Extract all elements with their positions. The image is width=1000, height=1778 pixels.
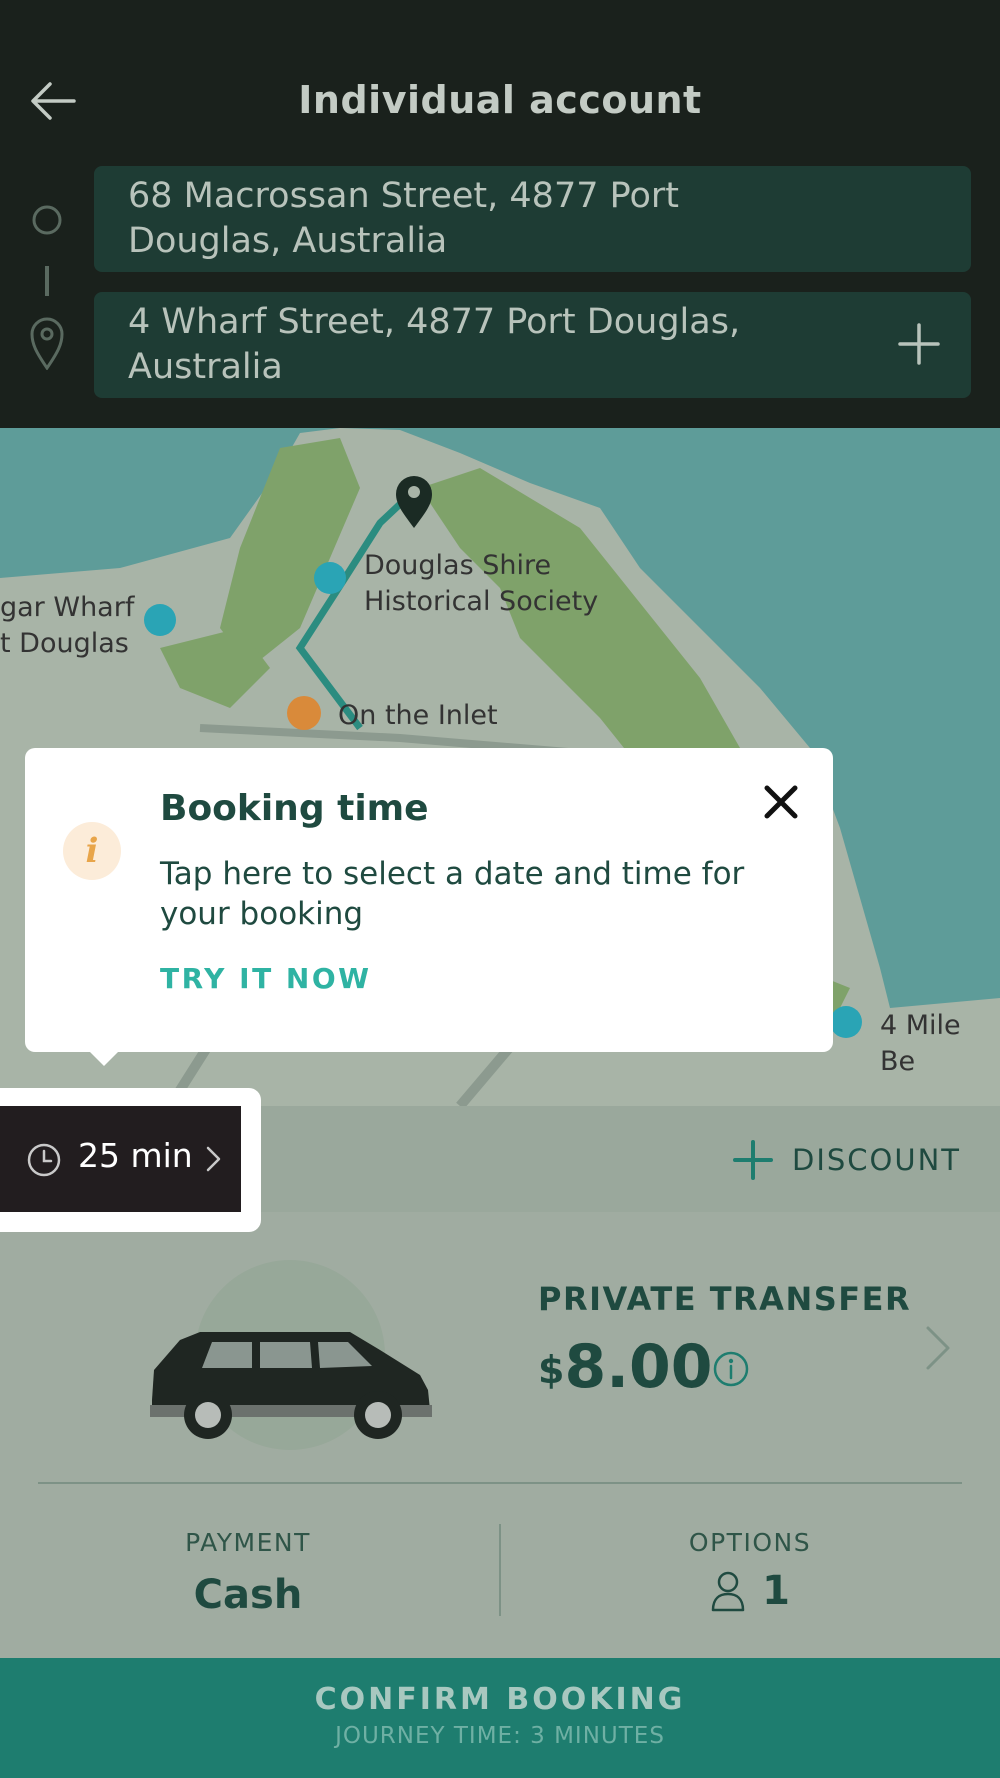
route-icons xyxy=(28,200,68,371)
payment-label: PAYMENT xyxy=(185,1528,311,1557)
discount-button[interactable]: DISCOUNT xyxy=(732,1138,961,1182)
confirm-booking-label: CONFIRM BOOKING xyxy=(314,1682,686,1717)
divider xyxy=(38,1482,962,1484)
add-stop-plus-icon[interactable] xyxy=(897,322,941,366)
vehicle-type-label: PRIVATE TRANSFER xyxy=(538,1280,912,1318)
vehicle-card[interactable]: PRIVATE TRANSFER $8.00 PAYMENT Cash OPTI… xyxy=(0,1212,1000,1658)
tooltip-pointer xyxy=(86,1048,122,1066)
price-info-icon[interactable] xyxy=(712,1350,750,1388)
pickup-address-text: 68 Macrossan Street, 4877 Port Douglas, … xyxy=(128,176,679,261)
price-currency: $ xyxy=(538,1348,565,1392)
price-amount: 8.00 xyxy=(564,1332,713,1402)
plus-icon xyxy=(732,1139,774,1181)
vertical-divider xyxy=(499,1524,501,1616)
map-label-wharf: gar Wharf t Douglas xyxy=(0,592,135,659)
minivan-icon xyxy=(140,1250,440,1450)
try-it-now-button[interactable]: TRY IT NOW xyxy=(160,962,372,995)
passenger-options-button[interactable]: 1 xyxy=(600,1568,900,1614)
close-icon[interactable] xyxy=(761,782,801,822)
clock-icon xyxy=(26,1142,62,1178)
dropoff-address-text: 4 Wharf Street, 4877 Port Douglas, Austr… xyxy=(128,302,741,387)
booking-time-label: 25 min xyxy=(78,1136,193,1175)
confirm-booking-button[interactable]: CONFIRM BOOKING JOURNEY TIME: 3 MINUTES xyxy=(0,1658,1000,1778)
tooltip-body: Tap here to select a date and time for y… xyxy=(160,856,745,932)
booking-time-button[interactable]: 25 min xyxy=(0,1106,241,1212)
tooltip-title: Booking time xyxy=(160,788,429,829)
chevron-right-icon xyxy=(204,1144,224,1174)
person-icon xyxy=(710,1570,746,1612)
passenger-count: 1 xyxy=(762,1568,790,1614)
journey-time-label: JOURNEY TIME: 3 MINUTES xyxy=(335,1723,665,1749)
price: $8.00 xyxy=(538,1332,713,1402)
payment-method-button[interactable]: Cash xyxy=(98,1572,398,1618)
dropoff-address-field[interactable]: 4 Wharf Street, 4877 Port Douglas, Austr… xyxy=(94,292,971,398)
info-icon: i xyxy=(63,822,121,880)
booking-time-tooltip: i Booking time Tap here to select a date… xyxy=(25,748,833,1052)
options-label: OPTIONS xyxy=(688,1528,812,1557)
chevron-right-icon[interactable] xyxy=(924,1324,952,1372)
map-label-historical-society: Douglas Shire Historical Society xyxy=(364,550,599,617)
header: Individual account 68 Macrossan Street, … xyxy=(0,0,1000,428)
map-label-on-the-inlet: On the Inlet xyxy=(338,700,498,731)
discount-label: DISCOUNT xyxy=(792,1143,962,1177)
map-label-four-mile: 4 Mile Be xyxy=(880,1010,961,1077)
pickup-address-field[interactable]: 68 Macrossan Street, 4877 Port Douglas, … xyxy=(94,166,971,272)
page-title: Individual account xyxy=(298,78,702,122)
